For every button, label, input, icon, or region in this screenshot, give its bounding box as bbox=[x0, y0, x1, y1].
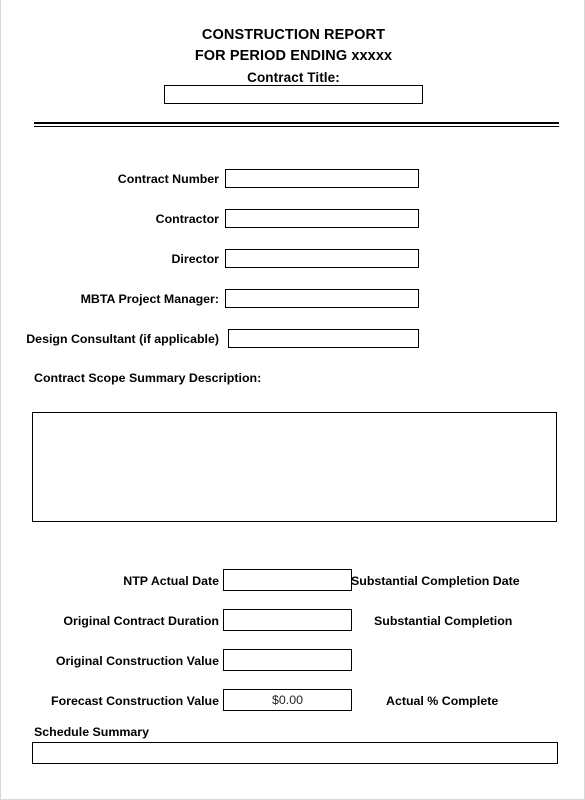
report-title-line-2: FOR PERIOD ENDING xxxxx bbox=[194, 48, 393, 64]
input-original-construction-value[interactable] bbox=[223, 649, 352, 671]
input-original-contract-duration[interactable] bbox=[223, 609, 352, 631]
label-original-contract-duration: Original Contract Duration bbox=[63, 614, 219, 628]
contract-title-input[interactable] bbox=[164, 85, 423, 104]
divider-line-thin bbox=[34, 126, 559, 128]
input-schedule-summary[interactable] bbox=[32, 742, 558, 764]
input-forecast-construction-value[interactable]: $0.00 bbox=[223, 689, 352, 711]
input-ntp-actual-date[interactable] bbox=[223, 569, 352, 591]
label-director: Director bbox=[171, 252, 219, 266]
value-forecast-construction-value: $0.00 bbox=[271, 693, 303, 707]
input-director[interactable] bbox=[225, 249, 419, 268]
label-contract-scope-summary: Contract Scope Summary Description: bbox=[34, 371, 262, 385]
divider-line-thick bbox=[34, 122, 559, 124]
input-mbta-project-manager[interactable] bbox=[225, 289, 419, 308]
label-design-consultant: Design Consultant (if applicable) bbox=[26, 332, 219, 346]
input-contractor[interactable] bbox=[225, 209, 419, 228]
label-substantial-completion: Substantial Completion bbox=[374, 614, 513, 628]
label-ntp-actual-date: NTP Actual Date bbox=[123, 574, 219, 588]
input-design-consultant[interactable] bbox=[228, 329, 419, 348]
label-substantial-completion-date: Substantial Completion Date bbox=[351, 574, 520, 588]
label-mbta-project-manager: MBTA Project Manager: bbox=[80, 292, 219, 306]
report-page: CONSTRUCTION REPORT FOR PERIOD ENDING xx… bbox=[0, 0, 585, 800]
contract-title-label: Contract Title: bbox=[247, 70, 340, 85]
label-schedule-summary: Schedule Summary bbox=[34, 725, 150, 739]
label-contractor: Contractor bbox=[155, 212, 219, 226]
report-title-line-1: CONSTRUCTION REPORT bbox=[201, 27, 386, 43]
label-actual-percent-complete: Actual % Complete bbox=[386, 694, 499, 708]
label-original-construction-value: Original Construction Value bbox=[55, 654, 219, 668]
input-contract-number[interactable] bbox=[225, 169, 419, 188]
label-contract-number: Contract Number bbox=[117, 172, 219, 186]
input-contract-scope-summary[interactable] bbox=[32, 412, 557, 522]
header-divider-rule bbox=[34, 122, 559, 128]
label-forecast-construction-value: Forecast Construction Value bbox=[51, 694, 219, 708]
